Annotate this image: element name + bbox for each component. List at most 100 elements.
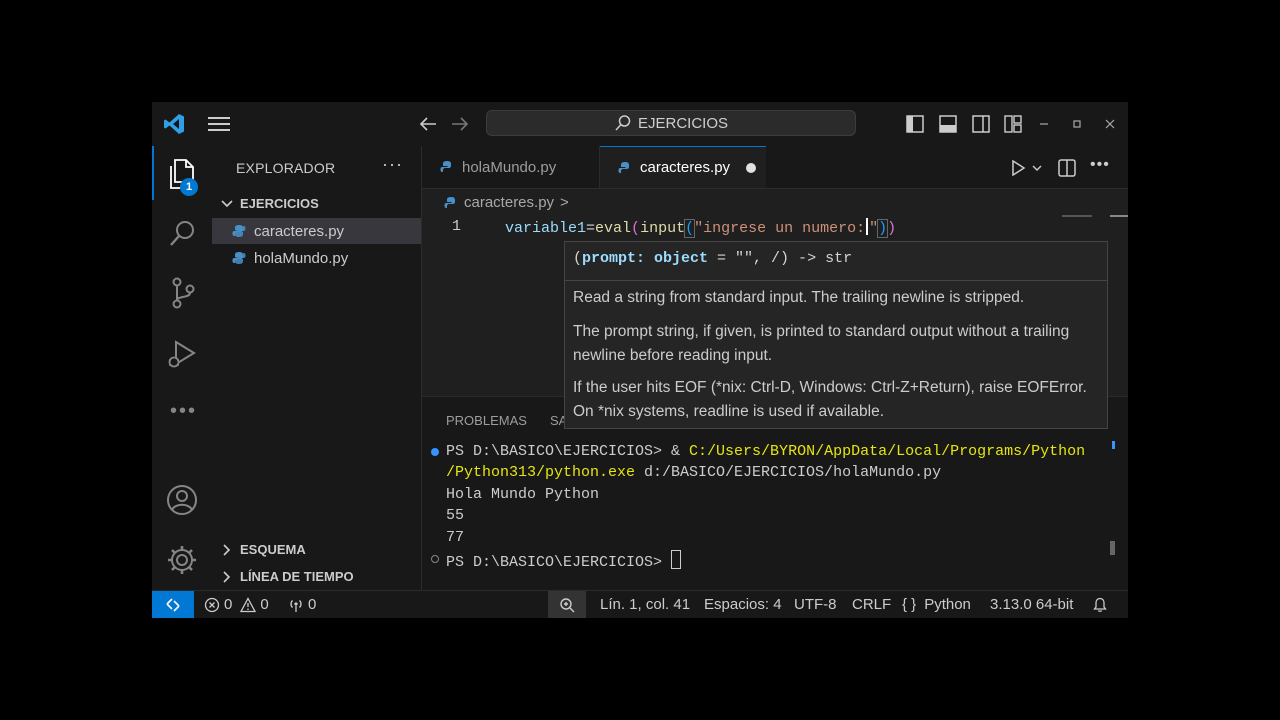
breadcrumb: caracteres.py > bbox=[444, 194, 569, 211]
menu-icon[interactable] bbox=[208, 115, 230, 133]
overview-ruler bbox=[1110, 215, 1128, 217]
text-cursor bbox=[866, 218, 869, 235]
terminal-command-success-dot[interactable] bbox=[431, 448, 439, 456]
manage-gear-icon[interactable] bbox=[166, 544, 198, 576]
braces-icon: { } bbox=[902, 596, 917, 613]
cursor-position[interactable]: Lín. 1, col. 41 bbox=[600, 596, 690, 613]
notifications-bell-icon[interactable] bbox=[1092, 597, 1108, 613]
minimap-line bbox=[1062, 215, 1092, 217]
minimize-icon[interactable] bbox=[1038, 118, 1050, 130]
code-line[interactable]: variable1=eval(input("ingrese un numero:… bbox=[505, 218, 897, 238]
ports-status[interactable]: 0 bbox=[288, 596, 316, 613]
error-icon bbox=[204, 597, 220, 613]
code-paren: ( bbox=[631, 220, 641, 237]
terminal-output: 55 bbox=[446, 507, 465, 524]
interpreter-status[interactable]: 3.13.0 64-bit bbox=[990, 596, 1073, 613]
sidebar-title: EXPLORADOR bbox=[236, 160, 336, 176]
terminal-argument: d:/BASICO/EJERCICIOS/holaMundo.py bbox=[635, 464, 942, 481]
ports-count: 0 bbox=[308, 596, 317, 613]
terminal-line: PS D:\BASICO\EJERCICIOS> & C:/Users/BYRO… bbox=[446, 443, 1085, 460]
explorer-badge: 1 bbox=[180, 178, 198, 196]
zoom-icon bbox=[559, 597, 575, 613]
hover-tooltip: (prompt: object = "", /) -> str Read a s… bbox=[564, 241, 1108, 429]
unsaved-dot-icon[interactable] bbox=[746, 162, 757, 173]
terminal-command-pending-dot[interactable] bbox=[431, 555, 439, 563]
panel-tab-problems[interactable]: PROBLEMAS bbox=[446, 413, 527, 428]
code-paren: ( bbox=[684, 219, 696, 238]
language-label: Python bbox=[924, 596, 971, 613]
problems-status[interactable]: 0 0 bbox=[204, 596, 269, 613]
code-paren: ) bbox=[887, 220, 897, 237]
encoding-status[interactable]: UTF-8 bbox=[794, 596, 837, 613]
chevron-right-icon bbox=[220, 543, 234, 557]
terminal-output: Hola Mundo Python bbox=[446, 486, 600, 503]
source-control-icon[interactable] bbox=[168, 276, 198, 310]
python-file-icon bbox=[232, 251, 246, 265]
tab-caracteres[interactable]: caracteres.py bbox=[600, 146, 766, 188]
toggle-secondary-sidebar-icon[interactable] bbox=[972, 115, 990, 133]
file-item-holamundo[interactable]: holaMundo.py bbox=[212, 245, 421, 271]
eol-status[interactable]: CRLF bbox=[852, 596, 891, 613]
hover-doc-paragraph: The prompt string, if given, is printed … bbox=[573, 323, 1070, 364]
back-arrow-icon[interactable] bbox=[418, 114, 438, 134]
sig-paren: ( bbox=[573, 250, 583, 267]
terminal-prompt: PS D:\BASICO\EJERCICIOS> & bbox=[446, 443, 690, 460]
language-status[interactable]: { } Python bbox=[902, 596, 971, 613]
toggle-panel-icon[interactable] bbox=[939, 115, 957, 133]
breadcrumb-file[interactable]: caracteres.py bbox=[464, 194, 554, 211]
customize-layout-icon[interactable] bbox=[1004, 115, 1022, 133]
account-icon[interactable] bbox=[166, 484, 198, 516]
command-center-search[interactable]: EJERCICIOS bbox=[486, 110, 856, 136]
code-function-input: input bbox=[640, 220, 686, 237]
tab-label: caracteres.py bbox=[640, 159, 731, 176]
code-variable: variable1 bbox=[505, 220, 587, 237]
tab-holamundo[interactable]: holaMundo.py bbox=[422, 146, 600, 188]
python-file-icon bbox=[444, 196, 458, 210]
activity-active-indicator bbox=[152, 146, 154, 200]
toggle-sidebar-icon[interactable] bbox=[906, 115, 924, 133]
timeline-section-header[interactable]: LÍNEA DE TIEMPO bbox=[220, 569, 354, 584]
run-play-icon[interactable] bbox=[1010, 160, 1026, 176]
python-file-icon bbox=[440, 160, 454, 174]
title-bar: EJERCICIOS bbox=[152, 102, 1128, 146]
terminal-input-line[interactable]: PS D:\BASICO\EJERCICIOS> bbox=[446, 550, 682, 571]
sidebar-more-button[interactable]: ··· bbox=[382, 154, 403, 175]
hover-signature: (prompt: object = "", /) -> str bbox=[573, 250, 852, 267]
file-item-label: holaMundo.py bbox=[254, 249, 349, 267]
hover-doc-paragraph: Read a string from standard input. The t… bbox=[573, 289, 1025, 306]
tab-label: holaMundo.py bbox=[462, 158, 557, 176]
run-debug-icon[interactable] bbox=[166, 338, 198, 370]
command-center-label: EJERCICIOS bbox=[637, 114, 728, 132]
editor-more-icon[interactable]: ••• bbox=[1090, 156, 1110, 174]
indentation-status[interactable]: Espacios: 4 bbox=[704, 596, 782, 613]
file-item-caracteres[interactable]: caracteres.py bbox=[212, 218, 421, 244]
code-function-eval: eval bbox=[595, 220, 632, 237]
remote-indicator[interactable] bbox=[152, 591, 194, 618]
forward-arrow-icon[interactable] bbox=[450, 114, 470, 134]
terminal-path: /Python313/python.exe bbox=[446, 464, 636, 481]
outline-section-header[interactable]: ESQUEMA bbox=[220, 542, 306, 557]
code-string: "ingrese un numero: bbox=[694, 220, 866, 237]
python-file-icon bbox=[618, 161, 632, 175]
folder-label: EJERCICIOS bbox=[240, 196, 319, 211]
folder-header-ejercicios[interactable]: EJERCICIOS bbox=[220, 196, 319, 211]
terminal-scrollbar[interactable] bbox=[1110, 541, 1115, 555]
broadcast-icon bbox=[288, 597, 304, 613]
timeline-label: LÍNEA DE TIEMPO bbox=[240, 569, 354, 584]
warning-count: 0 bbox=[260, 596, 269, 613]
run-dropdown-chevron-icon[interactable] bbox=[1032, 163, 1042, 173]
code-operator: = bbox=[586, 220, 596, 237]
sig-param: prompt: object bbox=[582, 250, 709, 267]
breadcrumb-separator: > bbox=[560, 194, 569, 211]
zoom-button[interactable] bbox=[548, 591, 586, 618]
restore-icon[interactable] bbox=[1071, 118, 1083, 130]
split-editor-icon[interactable] bbox=[1058, 159, 1076, 177]
outline-label: ESQUEMA bbox=[240, 542, 306, 557]
more-views-icon[interactable]: ••• bbox=[170, 400, 197, 423]
search-icon[interactable] bbox=[168, 218, 198, 248]
hover-divider bbox=[565, 280, 1107, 281]
hover-doc-paragraph: If the user hits EOF (*nix: Ctrl-D, Wind… bbox=[573, 379, 1087, 420]
close-window-icon[interactable] bbox=[1104, 118, 1116, 130]
remote-icon bbox=[165, 597, 181, 613]
code-string-end: " bbox=[869, 220, 879, 237]
